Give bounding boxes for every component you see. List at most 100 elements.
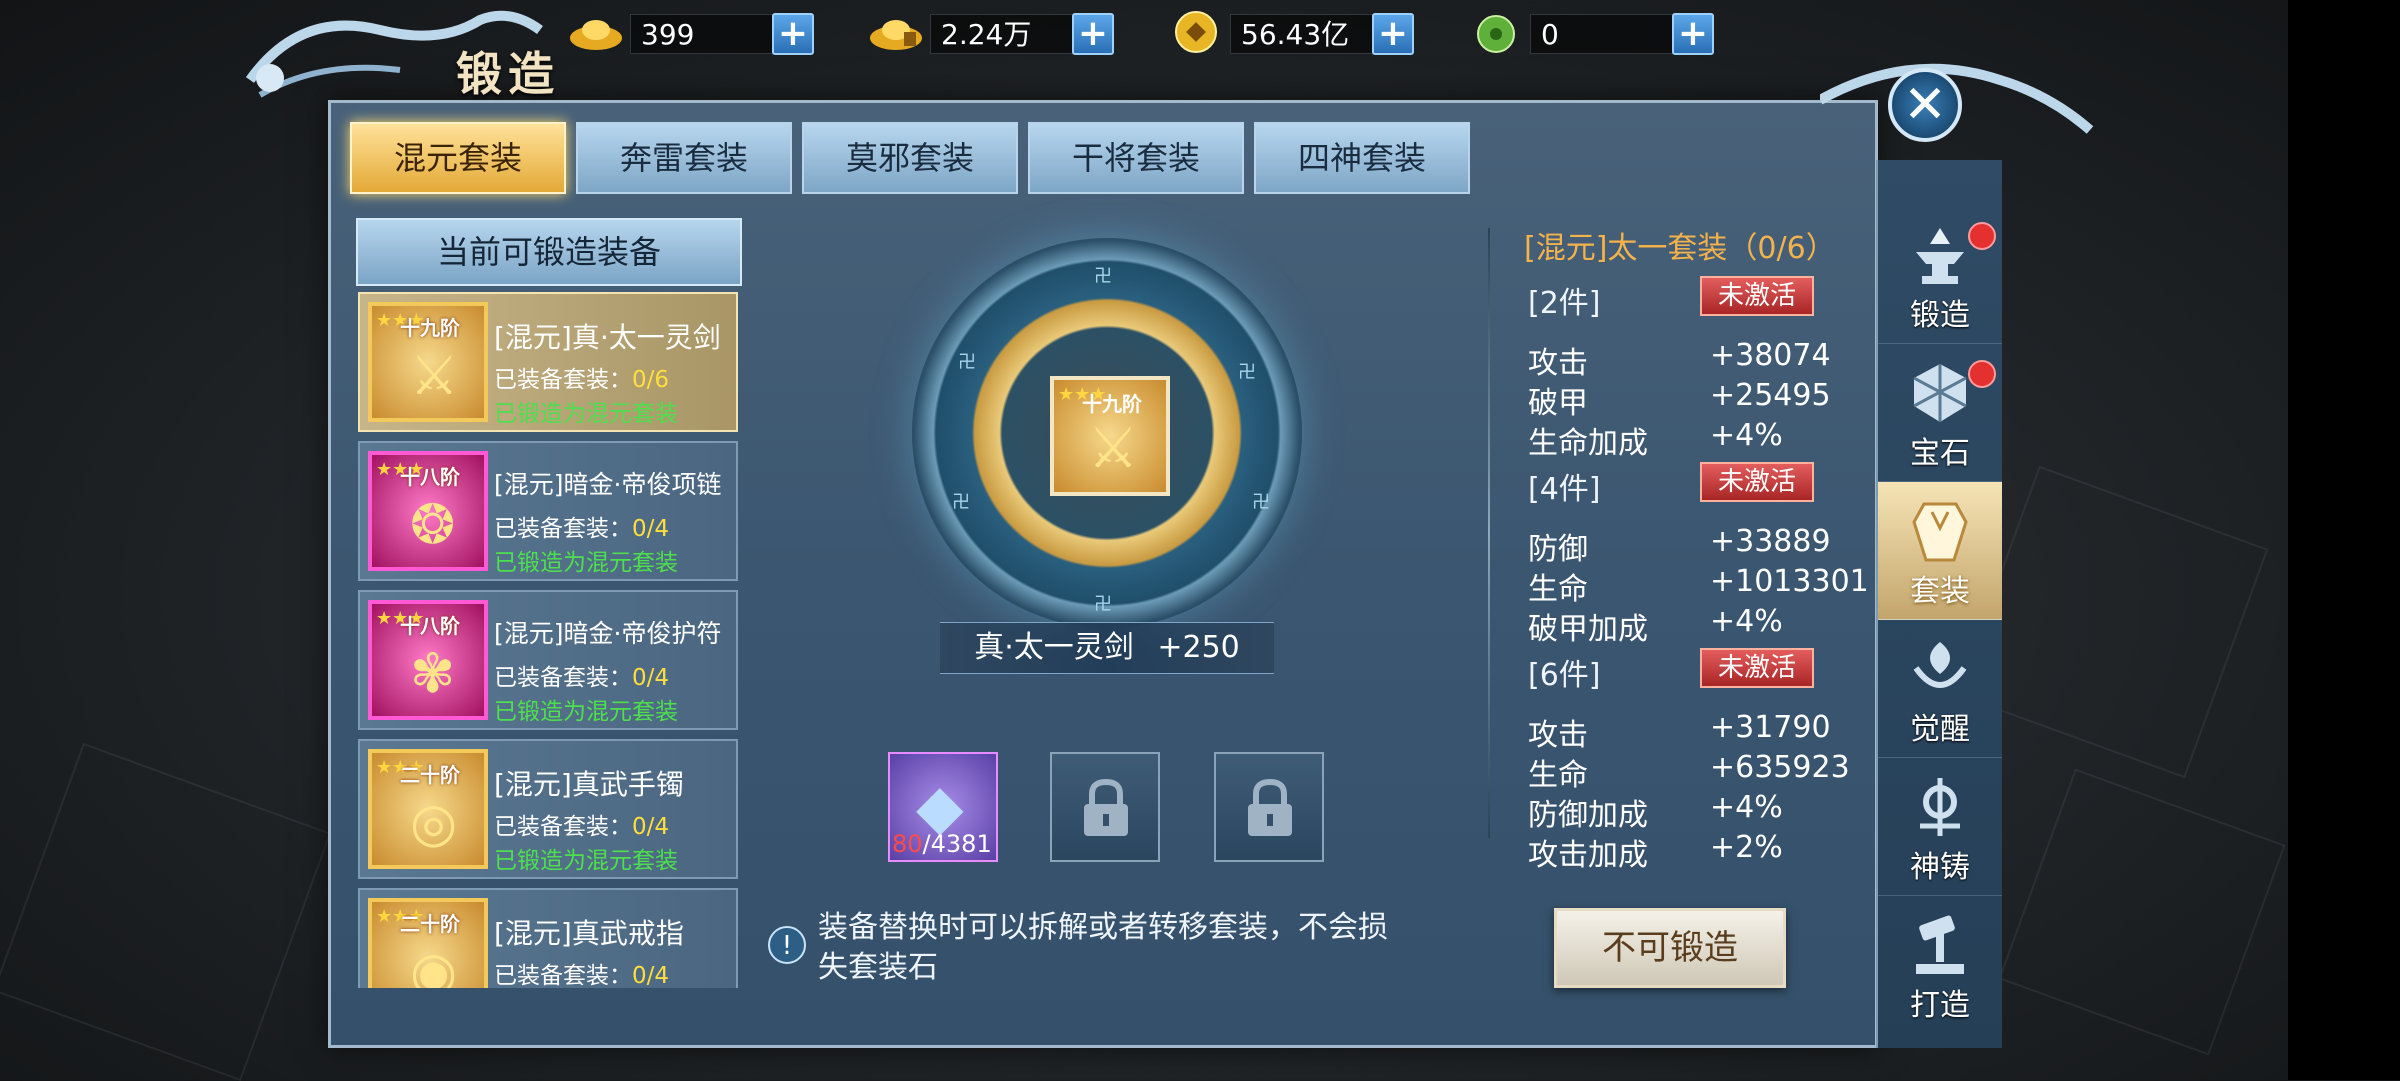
item-name: [混元]真武戒指 xyxy=(494,917,684,950)
tab-hunyuan-set[interactable]: 混元套装 xyxy=(350,122,566,194)
screen-edge xyxy=(2288,0,2400,1080)
item-forged-status: 已锻造为混元套装 xyxy=(494,699,678,725)
sidebar-item-craft[interactable]: 打造 xyxy=(1878,896,2002,1034)
sword-icon: ⚔ xyxy=(1088,416,1139,481)
stat-row: 防御 +33889 xyxy=(1528,524,1831,567)
list-item[interactable]: ★★★ 十九阶 ⚔ [混元]真·太一灵剑 已装备套装：0/6 已锻造为混元套装 xyxy=(358,292,738,432)
function-sidebar: 锻造 宝石 套装 觉醒 神铸 打造 xyxy=(1876,160,2002,1048)
sidebar-item-awaken[interactable]: 觉醒 xyxy=(1878,620,2002,758)
list-header: 当前可锻造装备 xyxy=(356,218,742,286)
info-icon: ! xyxy=(768,926,806,964)
currency-jade: 0 + xyxy=(1460,4,1760,60)
item-name: [混元]真武手镯 xyxy=(494,768,684,801)
item-rank: 十九阶 xyxy=(400,316,460,340)
tab-sishen-set[interactable]: 四神套装 xyxy=(1254,122,1470,194)
sidebar-item-forge[interactable]: 锻造 xyxy=(1878,206,2002,344)
stat-row: 生命 +635923 xyxy=(1528,750,1850,793)
item-thumbnail: ★★★ 十八阶 ✾ xyxy=(368,600,488,720)
add-jade-button[interactable]: + xyxy=(1672,13,1714,55)
sidebar-label: 觉醒 xyxy=(1910,712,1970,747)
stat-row: 攻击加成 +2% xyxy=(1528,830,1783,873)
list-item[interactable]: ★★★ 十八阶 ❂ [混元]暗金·帝俊项链 已装备套装：0/4 已锻造为混元套装 xyxy=(358,441,738,581)
add-bound-gold-ingot-button[interactable]: + xyxy=(1072,13,1114,55)
equipment-level: +250 xyxy=(1157,630,1240,665)
stat-row: 生命加成 +4% xyxy=(1528,418,1783,461)
currency-bound-gold-ingot: 2.24万 + xyxy=(860,4,1160,60)
hammer-icon xyxy=(1916,915,1964,974)
sidebar-item-set[interactable]: 套装 xyxy=(1878,482,2002,620)
notification-dot xyxy=(1968,222,1996,250)
set-tier-6: [6件] 未激活 xyxy=(1524,644,1884,700)
stat-row: 攻击 +38074 xyxy=(1528,338,1831,381)
set-stone-count: 80/4381 xyxy=(892,830,992,858)
currency-bar: 399 + 2.24万 + 56.43亿 + 0 + xyxy=(560,4,1760,60)
list-item[interactable]: ★★★ 二十阶 ◎ [混元]真武手镯 已装备套装：0/4 已锻造为混元套装 xyxy=(358,739,738,879)
sidebar-label: 神铸 xyxy=(1910,850,1970,885)
sidebar-label: 宝石 xyxy=(1910,436,1970,471)
stat-row: 攻击 +31790 xyxy=(1528,710,1831,753)
coin-icon xyxy=(1168,10,1224,54)
list-item[interactable]: ★★★ 十八阶 ✾ [混元]暗金·帝俊护符 已装备套装：0/4 已锻造为混元套装 xyxy=(358,590,738,730)
tab-ganjiang-set[interactable]: 干将套装 xyxy=(1028,122,1244,194)
lock-icon xyxy=(1084,778,1128,836)
jade-icon xyxy=(1468,10,1524,54)
star-icon: ★★★ xyxy=(376,757,425,778)
item-thumbnail: ★★★ 十九阶 ⚔ xyxy=(368,302,488,422)
necklace-icon: ❂ xyxy=(410,493,456,556)
tab-benlei-set[interactable]: 奔雷套装 xyxy=(576,122,792,194)
close-button[interactable]: ✕ xyxy=(1888,68,1962,142)
item-set-progress: 已装备套装：0/4 xyxy=(494,665,670,691)
gem-icon xyxy=(1913,364,1967,422)
amulet-icon: ✾ xyxy=(410,642,456,705)
item-thumbnail: ★★★ 二十阶 ◎ xyxy=(368,749,488,869)
sidebar-item-gem[interactable]: 宝石 xyxy=(1878,344,2002,482)
set-tier-2: [2件] 未激活 xyxy=(1524,272,1884,328)
set-tabs: 混元套装 奔雷套装 莫邪套装 干将套装 四神套装 xyxy=(350,122,1470,194)
item-set-progress: 已装备套装：0/6 xyxy=(494,367,670,393)
star-icon: ★★★ xyxy=(376,310,425,331)
item-name: [混元]暗金·帝俊项链 xyxy=(494,470,722,499)
notification-dot xyxy=(1968,360,1996,388)
item-set-progress: 已装备套装：0/4 xyxy=(494,963,670,988)
stat-row: 防御加成 +4% xyxy=(1528,790,1783,833)
set-stone-slot[interactable]: ◆ 80/4381 xyxy=(888,752,998,862)
currency-gold-ingot: 399 + xyxy=(560,4,860,60)
divider xyxy=(1488,228,1490,838)
forge-tip: 装备替换时可以拆解或者转移套装，不会损失套装石 xyxy=(818,910,1388,985)
armor-set-icon xyxy=(1912,502,1968,562)
equipment-name: 真·太一灵剑 xyxy=(974,630,1134,665)
star-icon: ★★★ xyxy=(376,906,425,927)
item-rank: 十八阶 xyxy=(400,465,460,489)
currency-coin: 56.43亿 + xyxy=(1160,4,1460,60)
lock-icon xyxy=(1248,778,1292,836)
item-forged-status: 已锻造为混元套装 xyxy=(494,550,678,576)
equipment-list[interactable]: ★★★ 十九阶 ⚔ [混元]真·太一灵剑 已装备套装：0/6 已锻造为混元套装 … xyxy=(358,292,742,988)
star-icon: ★★★ xyxy=(376,608,425,629)
selected-equipment-icon[interactable]: ★★★ 十九阶 ⚔ xyxy=(1050,376,1170,496)
sidebar-label: 套装 xyxy=(1910,574,1970,609)
locked-slot xyxy=(1214,752,1324,862)
item-set-progress: 已装备套装：0/4 xyxy=(494,516,670,542)
page-title: 锻造 xyxy=(456,47,560,101)
add-gold-ingot-button[interactable]: + xyxy=(772,13,814,55)
tier-label: [6件] xyxy=(1528,658,1601,693)
set-tier-4: [4件] 未激活 xyxy=(1524,458,1884,514)
add-coin-button[interactable]: + xyxy=(1372,13,1414,55)
bound-gold-ingot-icon xyxy=(868,10,924,54)
item-rank: 十九阶 xyxy=(1082,392,1142,416)
stat-row: 破甲 +25495 xyxy=(1528,378,1831,421)
item-thumbnail: ★★★ 二十阶 ◉ xyxy=(368,898,488,988)
bracelet-icon: ◎ xyxy=(410,791,458,854)
item-rank: 二十阶 xyxy=(400,763,460,787)
item-forged-status: 已锻造为混元套装 xyxy=(494,401,678,427)
sword-icon: ⚔ xyxy=(410,344,459,407)
selected-equipment-name: 真·太一灵剑 +250 xyxy=(940,622,1274,674)
sidebar-item-divine-cast[interactable]: 神铸 xyxy=(1878,758,2002,896)
list-item[interactable]: ★★★ 二十阶 ◉ [混元]真武戒指 已装备套装：0/4 xyxy=(358,888,738,988)
sidebar-label: 打造 xyxy=(1910,988,1970,1023)
item-name: [混元]真·太一灵剑 xyxy=(494,321,721,354)
tab-moye-set[interactable]: 莫邪套装 xyxy=(802,122,1018,194)
forge-button[interactable]: 不可锻造 xyxy=(1554,908,1786,988)
set-bonus-info: [混元]太一套装（0/6） [2件] 未激活 攻击 +38074 破甲 +25495… xyxy=(1524,226,1884,873)
sidebar-label: 锻造 xyxy=(1910,298,1970,333)
